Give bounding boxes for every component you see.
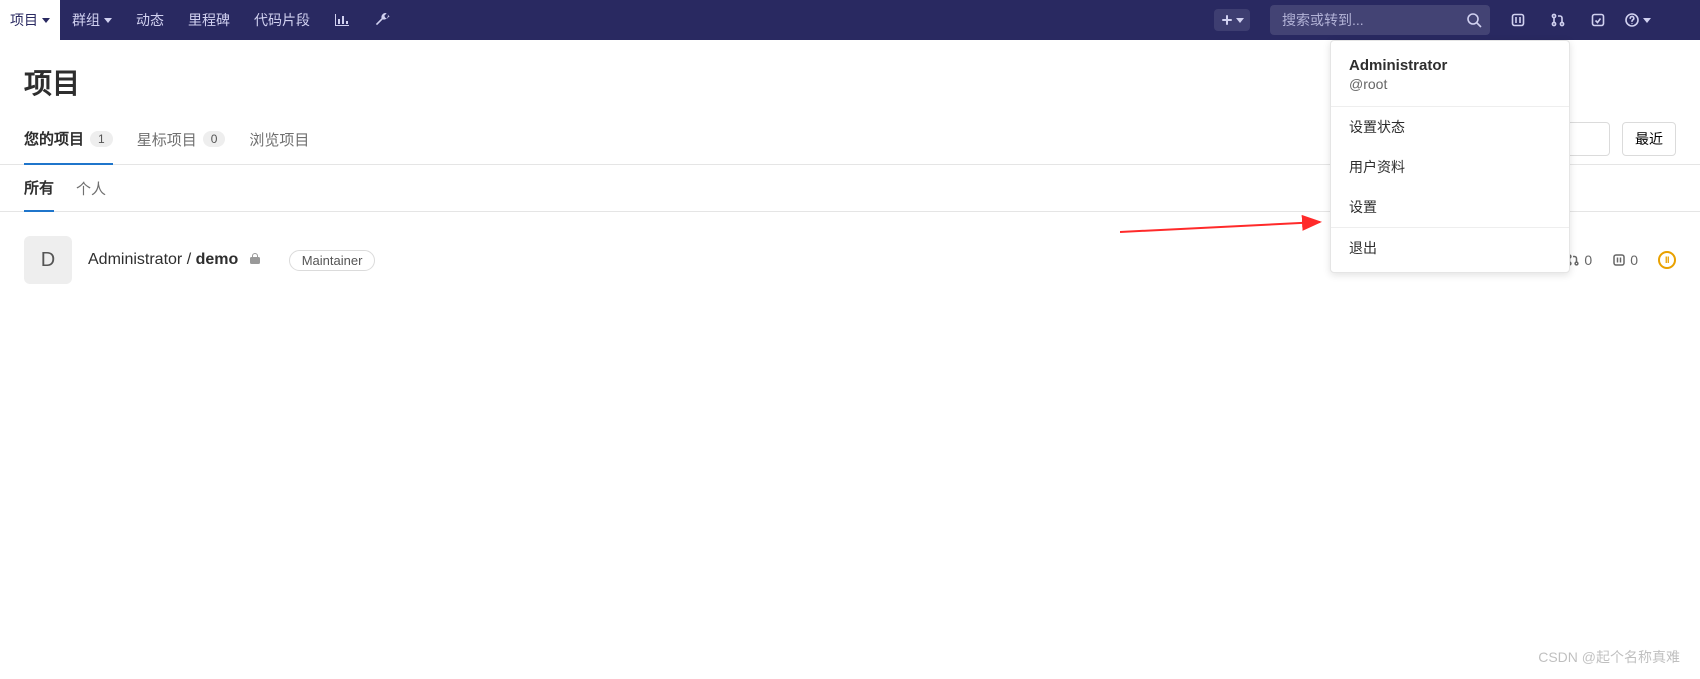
search-box[interactable] xyxy=(1270,5,1490,35)
chevron-down-icon xyxy=(1236,18,1244,23)
chevron-down-icon xyxy=(104,18,112,23)
lock-icon xyxy=(249,251,261,268)
project-avatar: D xyxy=(24,236,72,284)
menu-profile[interactable]: 用户资料 xyxy=(1331,147,1569,187)
menu-set-status[interactable]: 设置状态 xyxy=(1331,107,1569,147)
tab-explore-projects[interactable]: 浏览项目 xyxy=(249,115,309,164)
tab-your-projects[interactable]: 您的项目 1 xyxy=(24,114,113,165)
nav-projects-label: 项目 xyxy=(10,10,38,30)
badge-starred-count: 0 xyxy=(203,131,226,147)
search-input[interactable] xyxy=(1282,12,1466,28)
nav-projects[interactable]: 项目 xyxy=(0,0,60,40)
top-navbar: 项目 群组 动态 里程碑 代码片段 xyxy=(0,0,1700,40)
subtab-personal[interactable]: 个人 xyxy=(76,166,106,211)
pipeline-status-icon[interactable]: II xyxy=(1658,251,1676,269)
project-name: Administrator / demo xyxy=(88,251,261,269)
menu-settings[interactable]: 设置 xyxy=(1331,187,1569,227)
user-dropdown-menu: Administrator @root 设置状态 用户资料 设置 退出 xyxy=(1330,40,1570,273)
nav-groups[interactable]: 群组 xyxy=(60,0,124,40)
nav-milestones[interactable]: 里程碑 xyxy=(176,0,242,40)
badge-your-count: 1 xyxy=(90,131,113,147)
search-icon xyxy=(1466,12,1482,28)
nav-help-icon[interactable] xyxy=(1618,0,1658,40)
nav-merge-requests-icon[interactable] xyxy=(1538,0,1578,40)
menu-sign-out[interactable]: 退出 xyxy=(1331,228,1569,268)
user-handle: @root xyxy=(1349,76,1551,92)
user-display-name: Administrator xyxy=(1349,57,1551,74)
issues-icon xyxy=(1612,253,1626,267)
nav-groups-label: 群组 xyxy=(72,10,100,30)
plus-icon xyxy=(1220,13,1234,27)
stat-issues[interactable]: 0 xyxy=(1612,252,1638,268)
stat-merge-requests[interactable]: 0 xyxy=(1566,252,1592,268)
chevron-down-icon xyxy=(1643,18,1651,23)
watermark: CSDN @起个名称真难 xyxy=(1538,647,1680,667)
nav-new-button[interactable] xyxy=(1214,9,1250,31)
nav-user-avatar[interactable] xyxy=(1658,0,1692,40)
nav-snippets[interactable]: 代码片段 xyxy=(242,0,322,40)
sort-dropdown[interactable]: 最近 xyxy=(1622,122,1676,156)
nav-graph-icon[interactable] xyxy=(322,0,362,40)
nav-admin-wrench-icon[interactable] xyxy=(362,0,402,40)
role-badge: Maintainer xyxy=(289,250,376,271)
user-menu-header: Administrator @root xyxy=(1331,45,1569,106)
nav-activity[interactable]: 动态 xyxy=(124,0,176,40)
subtab-all[interactable]: 所有 xyxy=(24,165,54,212)
nav-todos-icon[interactable] xyxy=(1578,0,1618,40)
nav-issues-icon[interactable] xyxy=(1498,0,1538,40)
tab-starred-projects[interactable]: 星标项目 0 xyxy=(137,115,226,164)
chevron-down-icon xyxy=(42,18,50,23)
